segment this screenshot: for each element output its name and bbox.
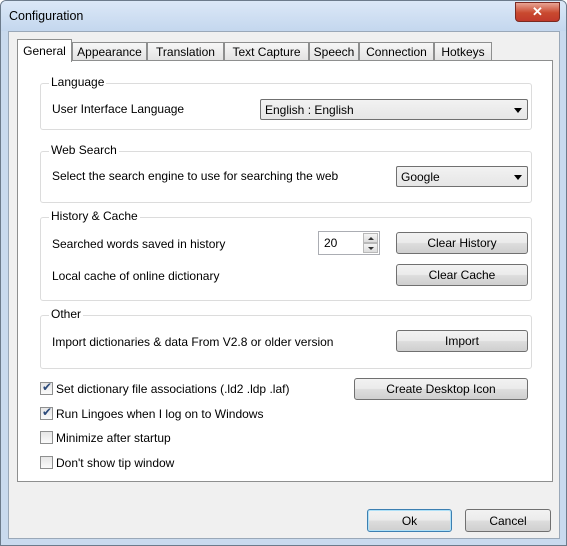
stepper-buttons	[363, 233, 378, 253]
history-count-label: Searched words saved in history	[52, 237, 226, 251]
check-icon: ✔	[42, 405, 53, 419]
tab-translation[interactable]: Translation	[147, 42, 224, 60]
ui-language-dropdown[interactable]: English : English	[260, 99, 528, 120]
chevron-down-icon	[514, 175, 522, 180]
other-group-title: Other	[49, 307, 84, 321]
no-tip-checkbox[interactable]	[40, 456, 53, 469]
import-label: Import dictionaries & data From V2.8 or …	[52, 335, 334, 349]
minimize-label: Minimize after startup	[56, 431, 171, 445]
ui-language-label: User Interface Language	[52, 102, 185, 116]
tab-connection[interactable]: Connection	[359, 42, 434, 60]
ui-language-value: English : English	[265, 103, 354, 117]
associations-label: Set dictionary file associations (.ld2 .…	[56, 382, 290, 396]
cache-label: Local cache of online dictionary	[52, 269, 220, 283]
tab-hotkeys[interactable]: Hotkeys	[434, 42, 492, 60]
stepper-up-button[interactable]	[363, 233, 378, 243]
run-on-logon-checkbox[interactable]: ✔	[40, 405, 53, 420]
search-engine-dropdown[interactable]: Google	[396, 166, 528, 187]
tab-text-capture[interactable]: Text Capture	[224, 42, 309, 60]
no-tip-label: Don't show tip window	[56, 456, 175, 470]
stepper-down-button[interactable]	[363, 243, 378, 253]
tab-speech[interactable]: Speech	[309, 42, 359, 60]
web-search-group-title: Web Search	[49, 143, 119, 157]
minimize-checkbox[interactable]	[40, 431, 53, 444]
associations-checkbox[interactable]: ✔	[40, 380, 53, 395]
import-button[interactable]: Import	[396, 330, 528, 352]
window-title: Configuration	[9, 9, 84, 23]
arrow-up-icon	[368, 237, 374, 240]
chevron-down-icon	[514, 108, 522, 113]
history-count-stepper[interactable]: 20	[318, 231, 380, 255]
clear-history-button[interactable]: Clear History	[396, 232, 528, 254]
ok-button[interactable]: Ok	[367, 509, 452, 532]
history-count-value: 20	[324, 236, 338, 250]
tab-appearance[interactable]: Appearance	[72, 42, 147, 60]
general-tab-panel: Language User Interface Language English…	[17, 60, 553, 482]
close-icon[interactable]: ✕	[515, 2, 560, 22]
search-engine-value: Google	[401, 170, 440, 184]
run-on-logon-label: Run Lingoes when I log on to Windows	[56, 407, 264, 421]
dialog-client: General Appearance Translation Text Capt…	[8, 31, 560, 539]
language-group-title: Language	[49, 75, 107, 89]
title-bar[interactable]: Configuration ✕	[1, 1, 566, 31]
configuration-window: Configuration ✕ General Appearance Trans…	[0, 0, 567, 546]
clear-cache-button[interactable]: Clear Cache	[396, 264, 528, 286]
history-cache-group: History & Cache	[40, 209, 532, 301]
cancel-button[interactable]: Cancel	[465, 509, 551, 532]
tab-general[interactable]: General	[17, 39, 72, 62]
check-icon: ✔	[42, 380, 53, 394]
create-desktop-icon-button[interactable]: Create Desktop Icon	[354, 378, 528, 400]
history-cache-group-title: History & Cache	[49, 209, 140, 223]
search-engine-label: Select the search engine to use for sear…	[52, 169, 339, 183]
arrow-down-icon	[368, 247, 374, 250]
